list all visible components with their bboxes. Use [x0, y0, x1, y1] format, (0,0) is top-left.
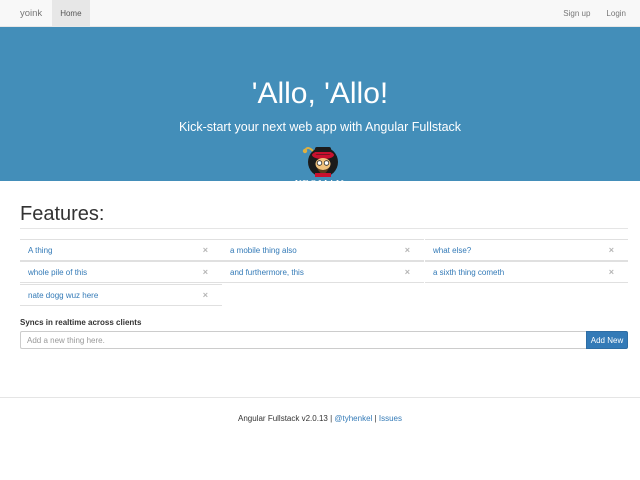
remove-icon[interactable]: ×	[203, 240, 208, 261]
feature-item[interactable]: A thing ×	[20, 239, 222, 261]
features-heading: Features:	[20, 203, 105, 225]
top-navbar: yoink Home Sign up Login	[0, 0, 640, 27]
footer-separator: |	[374, 414, 377, 423]
logo-wordmark: YEOMAN	[295, 180, 345, 190]
feature-item-label[interactable]: whole pile of this	[28, 268, 87, 277]
feature-item[interactable]: nate dogg wuz here ×	[20, 284, 222, 306]
remove-icon[interactable]: ×	[609, 240, 614, 261]
hero-title: 'Allo, 'Allo!	[251, 77, 389, 110]
new-thing-input[interactable]	[20, 331, 586, 349]
remove-icon[interactable]: ×	[405, 262, 410, 283]
nav-right: Sign up Login	[555, 0, 640, 26]
issues-link[interactable]: Issues	[379, 414, 402, 423]
feature-item-label[interactable]: nate dogg wuz here	[28, 291, 98, 300]
twitter-link[interactable]: @tyhenkel	[334, 414, 372, 423]
brand-link[interactable]: yoink	[0, 0, 52, 26]
feature-item-label[interactable]: and furthermore, this	[230, 268, 304, 277]
hero-banner: 'Allo, 'Allo! Kick-start your next web a…	[0, 27, 640, 190]
feature-item-label[interactable]: A thing	[28, 246, 52, 255]
footer-version: Angular Fullstack v2.0.13	[238, 414, 328, 423]
nav-home[interactable]: Home	[52, 0, 90, 26]
feature-item-label[interactable]: what else?	[433, 246, 471, 255]
footer-divider	[0, 397, 640, 398]
feature-item-label[interactable]: a mobile thing also	[230, 246, 297, 255]
remove-icon[interactable]: ×	[405, 240, 410, 261]
add-new-button[interactable]: Add New	[586, 331, 628, 349]
feature-item[interactable]: a mobile thing also ×	[222, 239, 424, 261]
remove-icon[interactable]: ×	[203, 262, 208, 283]
footer-separator: |	[330, 414, 333, 423]
feature-item[interactable]: a sixth thing cometh ×	[425, 261, 628, 283]
features-divider	[20, 228, 628, 229]
signup-link[interactable]: Sign up	[555, 0, 598, 26]
feature-item[interactable]: what else? ×	[425, 239, 628, 261]
feature-item-label[interactable]: a sixth thing cometh	[433, 268, 504, 277]
feature-item[interactable]: whole pile of this ×	[20, 261, 222, 283]
sync-label: Syncs in realtime across clients	[20, 318, 142, 327]
feature-item[interactable]: and furthermore, this ×	[222, 261, 424, 283]
remove-icon[interactable]: ×	[203, 285, 208, 306]
login-link[interactable]: Login	[598, 0, 634, 26]
hero-subtitle: Kick-start your next web app with Angula…	[178, 120, 462, 134]
remove-icon[interactable]: ×	[609, 262, 614, 283]
footer: Angular Fullstack v2.0.13 | @tyhenkel | …	[0, 414, 640, 423]
